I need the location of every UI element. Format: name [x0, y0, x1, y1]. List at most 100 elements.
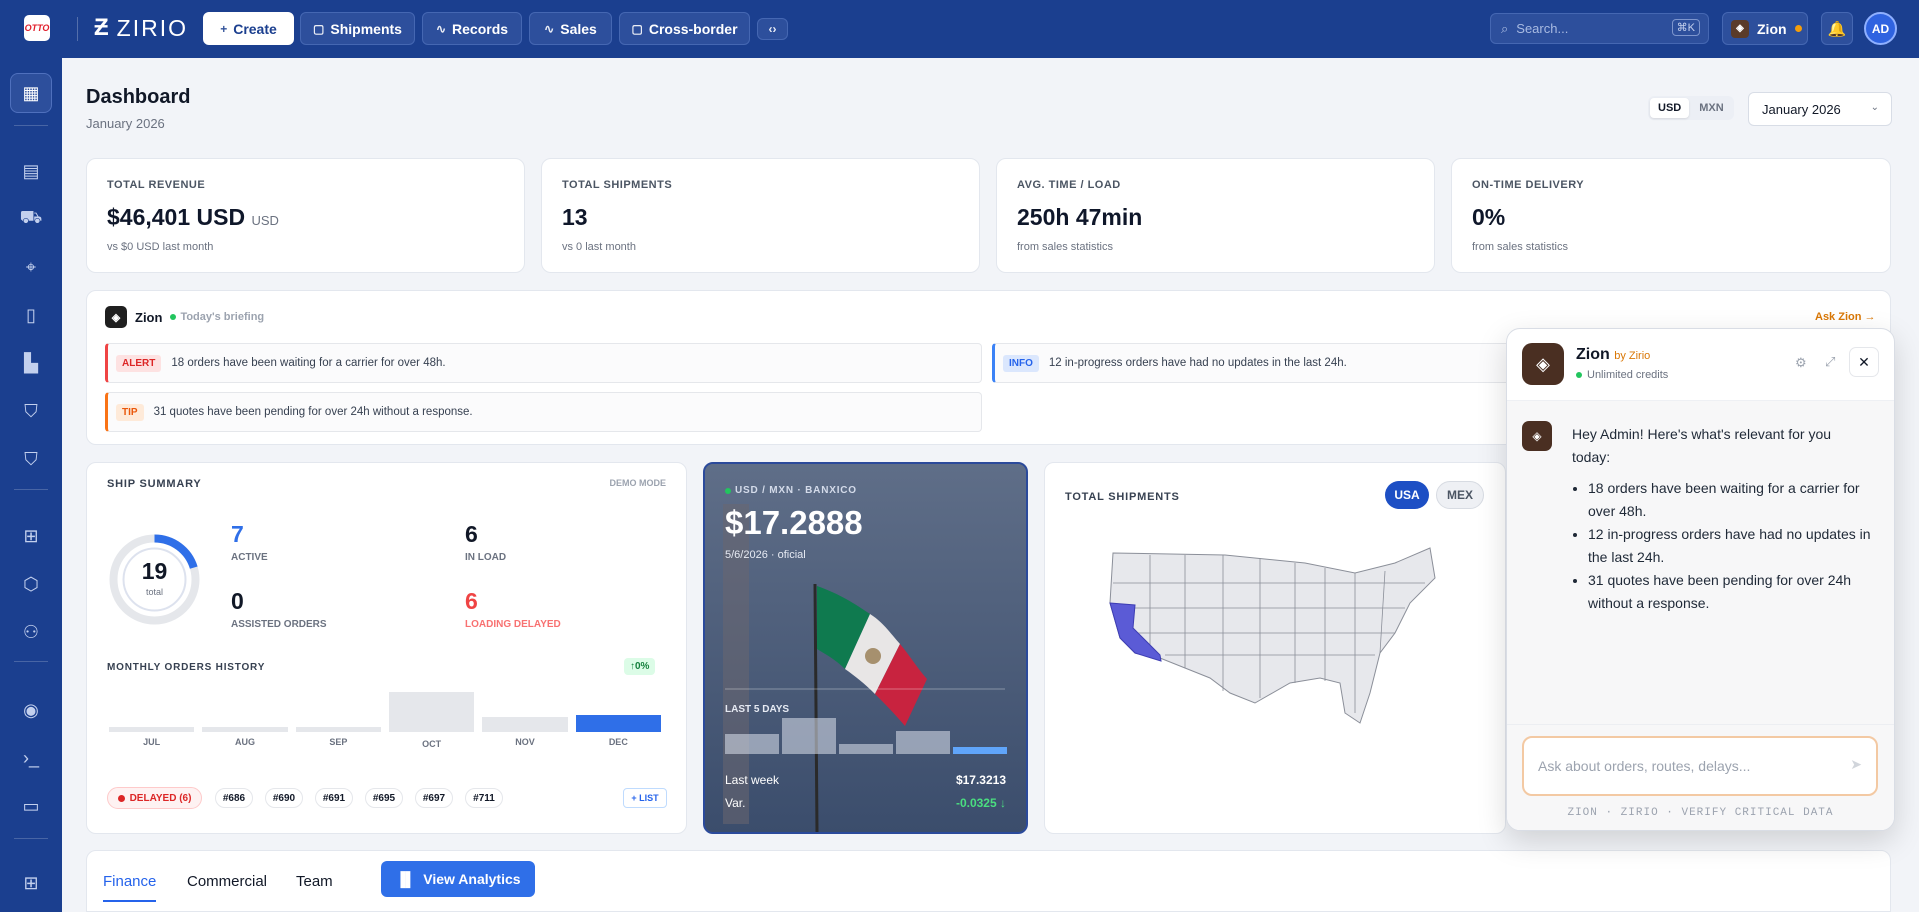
close-icon[interactable]: ✕	[1849, 347, 1879, 377]
expand-icon[interactable]: ⤢	[1825, 354, 1835, 370]
history-bar[interactable]	[389, 692, 475, 732]
chat-input[interactable]: Ask about orders, routes, delays... ➤	[1522, 736, 1878, 796]
user-avatar[interactable]: AD	[1864, 12, 1897, 45]
list-button[interactable]: + LIST	[623, 788, 667, 808]
nav-shipments-label: Shipments	[330, 20, 402, 37]
notifications-bell-icon[interactable]: 🔔	[1821, 12, 1853, 45]
chat-footer: Ask about orders, routes, delays... ➤ ZI…	[1507, 724, 1894, 830]
stat-label: LOADING DELAYED	[465, 619, 561, 630]
nav-shipments[interactable]: ▢ Shipments	[300, 12, 415, 45]
history-bar-label: OCT	[422, 739, 442, 749]
create-button[interactable]: + Create	[203, 12, 294, 45]
sidebar-users-icon[interactable]: ⚇	[10, 612, 52, 652]
delayed-order-chip[interactable]: #695	[365, 788, 403, 808]
delayed-order-chip[interactable]: #711	[465, 788, 503, 808]
sidebar-shield-alert-icon[interactable]: ⛉	[10, 439, 52, 479]
send-icon[interactable]: ➤	[1850, 756, 1862, 773]
page-subtitle: January 2026	[86, 116, 165, 131]
settings-gear-icon[interactable]: ⚙	[1795, 355, 1807, 371]
kpi-value: $46,401 USD USD	[107, 204, 504, 231]
sidebar-document-icon[interactable]: ▯	[10, 295, 52, 335]
ship-summary-card: SHIP SUMMARY DEMO MODE 19 total 7 ACTIVE …	[86, 462, 687, 834]
delayed-badge[interactable]: DELAYED (6)	[107, 787, 202, 809]
sidebar-table-icon[interactable]: ⊞	[10, 516, 52, 556]
otto-logo[interactable]: OTTO	[24, 15, 50, 41]
delayed-order-chip[interactable]: #691	[315, 788, 353, 808]
history-bar[interactable]	[202, 727, 288, 732]
stat-value: 6	[465, 521, 478, 547]
nav-cross-border[interactable]: ▢ Cross-border	[619, 12, 750, 45]
month-select[interactable]: January 2026 ⌄	[1748, 92, 1892, 126]
sidebar: ▦ ▤ ⛟ ⌖ ▯ ▙ ⛉ ⛉ ⊞ ⬡ ⚇ ◉ ›_ ▭ ⊞	[0, 58, 62, 912]
zirio-logo-icon: Ƶ	[94, 14, 111, 41]
kpi-card-on-time: ON-TIME DELIVERY 0% from sales statistic…	[1451, 158, 1891, 273]
month-select-value: January 2026	[1762, 101, 1841, 117]
sidebar-truck-icon[interactable]: ⛟	[10, 199, 52, 239]
history-bar[interactable]	[482, 717, 568, 732]
sidebar-profile-icon[interactable]: ◉	[10, 690, 52, 730]
kpi-sub: from sales statistics	[1017, 241, 1113, 253]
search-box[interactable]: ⌕ Search... ⌘K	[1490, 13, 1709, 44]
sidebar-clipboard-icon[interactable]: ▤	[10, 151, 52, 191]
kpi-card-revenue: TOTAL REVENUE $46,401 USD USD vs $0 USD …	[86, 158, 525, 273]
fx-rate: $17.2888	[725, 504, 863, 541]
briefing-name: Zion	[135, 309, 163, 325]
delayed-order-chip[interactable]: #697	[415, 788, 453, 808]
sidebar-grid-icon[interactable]: ⊞	[10, 863, 52, 903]
toggle-usa[interactable]: USA	[1385, 481, 1429, 509]
nav-records-label: Records	[452, 20, 509, 37]
fx-day-bar[interactable]	[725, 734, 779, 754]
view-analytics-button[interactable]: ▐▌ View Analytics	[381, 861, 535, 897]
kpi-value: 13	[562, 204, 588, 230]
sidebar-chart-icon[interactable]: ▙	[10, 343, 52, 383]
history-bar[interactable]	[575, 714, 661, 732]
tip-tag: TIP	[116, 403, 144, 421]
chat-bullet: 12 in-progress orders have had no update…	[1588, 523, 1872, 569]
delayed-order-chip[interactable]: #690	[265, 788, 303, 808]
fx-day-bar[interactable]	[839, 744, 893, 754]
history-bar[interactable]	[295, 727, 381, 732]
live-dot	[725, 487, 731, 494]
fx-day-bar[interactable]	[782, 718, 836, 754]
history-bar[interactable]	[109, 727, 195, 732]
stat-active: 7 ACTIVE	[231, 521, 268, 563]
zion-label: Zion	[1757, 20, 1787, 37]
delayed-order-chip[interactable]: #686	[215, 788, 253, 808]
more-icon: ‹›	[768, 22, 777, 36]
nav-records[interactable]: ∿ Records	[422, 12, 522, 45]
kpi-label: ON-TIME DELIVERY	[1472, 179, 1585, 191]
tab-team[interactable]: Team	[296, 873, 333, 890]
search-icon: ⌕	[1501, 20, 1509, 36]
briefing-tip-row[interactable]: TIP 31 quotes have been pending for over…	[105, 392, 982, 432]
fx-day-bar[interactable]	[896, 731, 950, 754]
kpi-sub: vs 0 last month	[562, 241, 636, 253]
currency-mxn[interactable]: MXN	[1691, 98, 1731, 118]
alert-text: 18 orders have been waiting for a carrie…	[171, 357, 446, 369]
fx-day-bar[interactable]	[953, 747, 1007, 754]
search-input[interactable]: Search...	[1516, 21, 1568, 36]
sidebar-package-icon[interactable]: ⬡	[10, 564, 52, 604]
currency-usd[interactable]: USD	[1650, 98, 1690, 118]
chat-greeting: Hey Admin! Here's what's relevant for yo…	[1572, 426, 1832, 465]
nav-sales[interactable]: ∿ Sales	[529, 12, 612, 45]
zirio-brand[interactable]: Ƶ ZIRIO	[94, 14, 188, 42]
ship-summary-title: SHIP SUMMARY	[107, 478, 202, 490]
toggle-mex[interactable]: MEX	[1436, 481, 1484, 509]
tab-commercial[interactable]: Commercial	[187, 873, 267, 890]
briefing-info-row[interactable]: INFO 12 in-progress orders have had no u…	[992, 343, 1512, 383]
chevron-down-icon: ⌄	[1870, 102, 1879, 113]
sidebar-dashboard-icon[interactable]: ▦	[10, 73, 52, 113]
chat-bullets: 18 orders have been waiting for a carrie…	[1572, 477, 1872, 615]
briefing-alert-row[interactable]: ALERT 18 orders have been waiting for a …	[105, 343, 982, 383]
tab-finance[interactable]: Finance	[103, 873, 157, 902]
kpi-unit: USD	[251, 213, 279, 228]
sidebar-location-icon[interactable]: ⌖	[10, 247, 52, 287]
sidebar-shield-icon[interactable]: ⛉	[10, 391, 52, 431]
more-nav-button[interactable]: ‹›	[757, 18, 788, 40]
ask-zion-link[interactable]: Ask Zion →	[1815, 311, 1876, 323]
sidebar-terminal-icon[interactable]: ›_	[10, 738, 52, 778]
zion-button[interactable]: ◈ Zion	[1722, 12, 1808, 45]
info-tag: INFO	[1003, 354, 1039, 372]
sidebar-divider	[14, 838, 48, 839]
sidebar-monitor-icon[interactable]: ▭	[10, 786, 52, 826]
